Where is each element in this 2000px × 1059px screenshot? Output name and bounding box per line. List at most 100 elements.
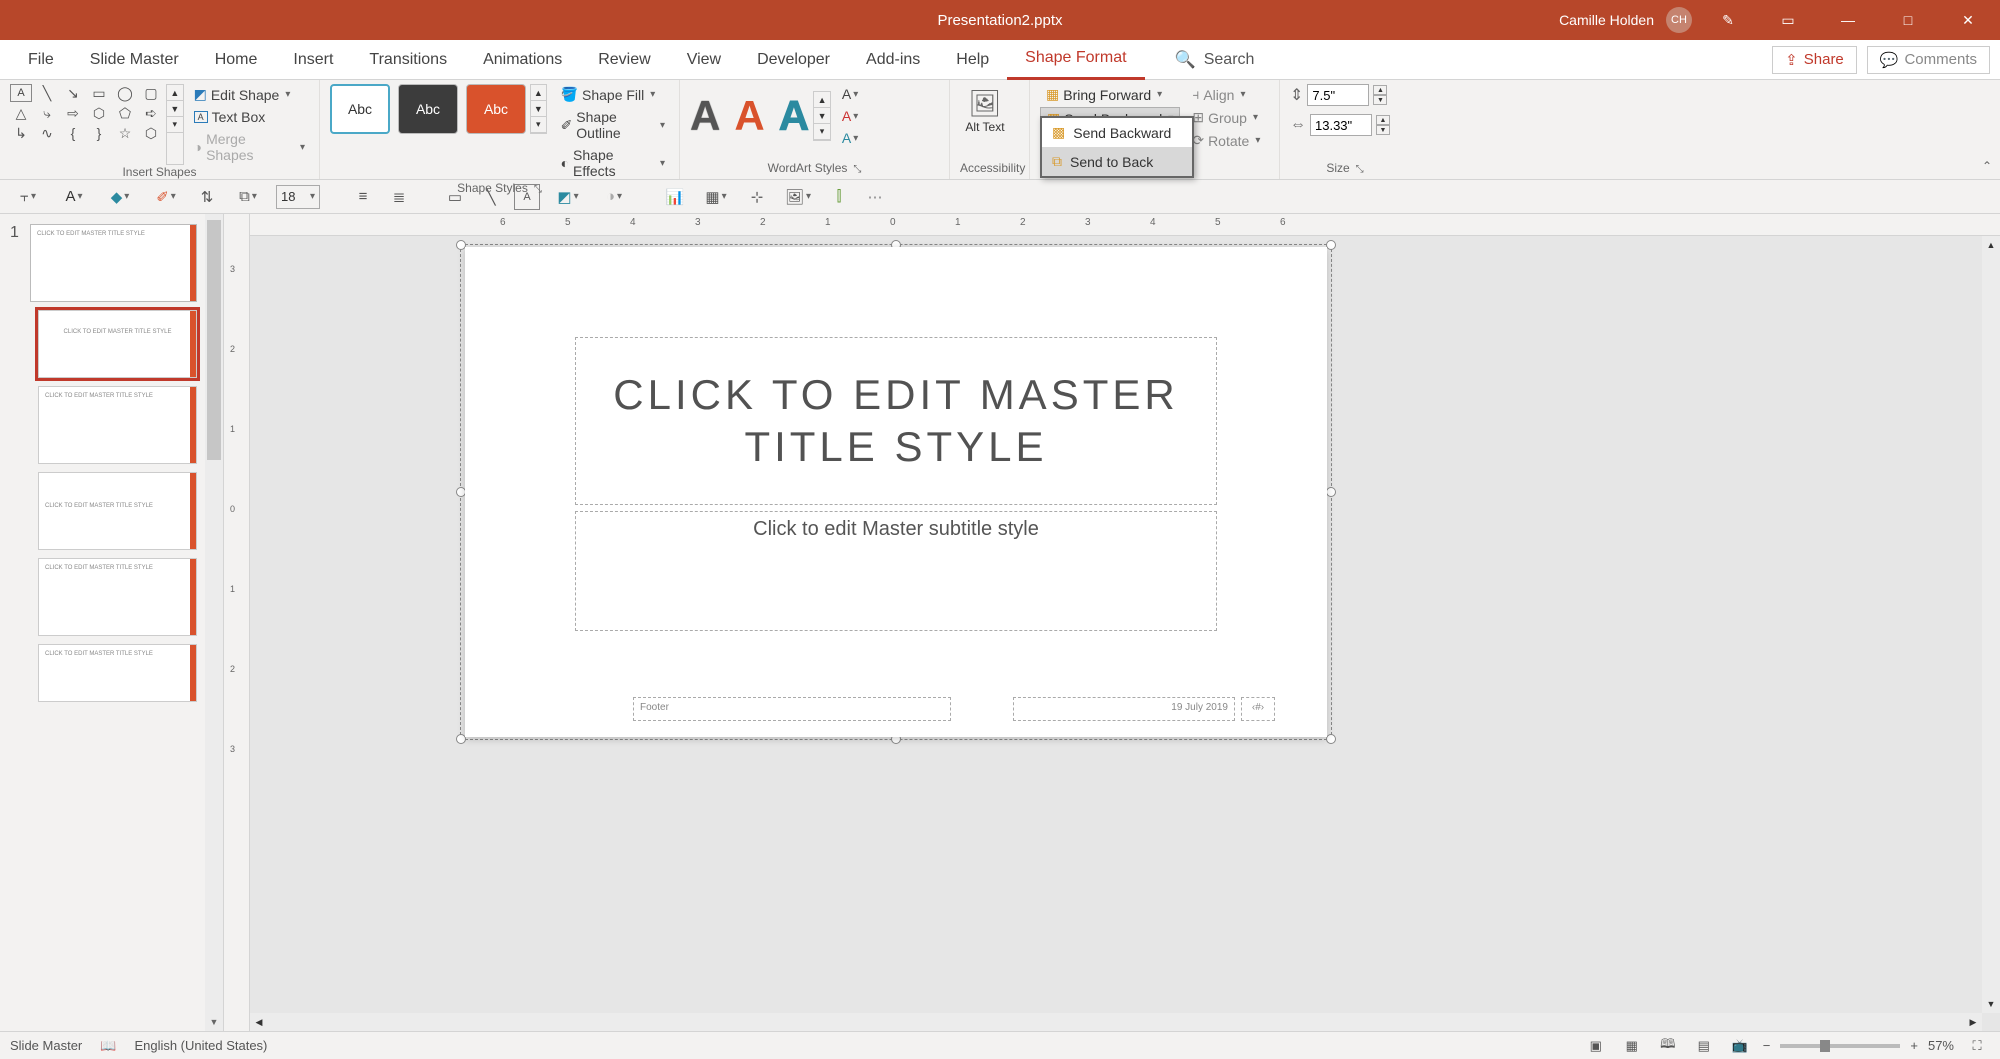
thumbnail-layout-3[interactable]: CLICK TO EDIT MASTER TITLE STYLE xyxy=(38,472,197,550)
thumbnail-scrollbar[interactable]: ▲ ▼ xyxy=(205,214,223,1031)
subtitle-text[interactable]: Click to edit Master subtitle style xyxy=(753,518,1039,540)
arrange-quick-button[interactable]: ⧉▾ xyxy=(230,184,266,210)
shape-fill-button[interactable]: 🪣Shape Fill▾ xyxy=(557,84,669,105)
sort-button[interactable]: ⇅ xyxy=(194,184,220,210)
style-swatch-1[interactable]: Abc xyxy=(330,84,390,134)
spin-up-icon[interactable]: ▲ xyxy=(531,85,546,101)
tab-insert[interactable]: Insert xyxy=(275,40,351,80)
spin-up-icon[interactable]: ▲ xyxy=(1376,115,1390,125)
scroll-down-icon[interactable]: ▼ xyxy=(205,1013,223,1031)
scroll-left-icon[interactable]: ◀ xyxy=(250,1013,268,1031)
text-fill-button[interactable]: A▾ xyxy=(839,84,861,104)
resize-handle-e[interactable] xyxy=(1326,487,1336,497)
thumbnail-layout-2[interactable]: CLICK TO EDIT MASTER TITLE STYLE xyxy=(38,386,197,464)
slide[interactable]: CLICK TO EDIT MASTER TITLE STYLE Click t… xyxy=(465,247,1327,737)
scrollbar-thumb[interactable] xyxy=(207,220,221,460)
tab-review[interactable]: Review xyxy=(580,40,668,80)
align-button[interactable]: ⫞Align▾ xyxy=(1186,84,1266,105)
search-label[interactable]: Search xyxy=(1204,51,1255,69)
freeform-icon[interactable]: ∿ xyxy=(36,124,58,142)
arrow-right-icon[interactable]: ➪ xyxy=(140,104,162,122)
user-avatar[interactable]: CH xyxy=(1666,7,1692,33)
dropdown-send-backward[interactable]: ▩Send Backward xyxy=(1042,118,1192,147)
spin-down-icon[interactable]: ▼ xyxy=(1376,125,1390,135)
spin-down-icon[interactable]: ▼ xyxy=(1373,95,1387,105)
tab-addins[interactable]: Add-ins xyxy=(848,40,938,80)
resize-handle-se[interactable] xyxy=(1326,734,1336,744)
edit-shape-button[interactable]: ◩Edit Shape▾ xyxy=(190,84,309,105)
thumbnail-master[interactable]: CLICK TO EDIT MASTER TITLE STYLE xyxy=(30,224,197,302)
tab-file[interactable]: File xyxy=(10,40,72,80)
pen-icon[interactable]: ✎ xyxy=(1704,0,1752,40)
picture-button[interactable]: 🖼▾ xyxy=(780,184,816,210)
spin-more-icon[interactable]: ▾ xyxy=(531,117,546,133)
text-box-button[interactable]: AText Box xyxy=(190,107,309,127)
spin-down-icon[interactable]: ▼ xyxy=(167,101,183,117)
style-swatch-2[interactable]: Abc xyxy=(398,84,458,134)
callout-shape-icon[interactable]: ⬡ xyxy=(140,124,162,142)
width-input[interactable] xyxy=(1310,114,1372,136)
dialog-launcher-icon[interactable]: ⤡ xyxy=(534,184,542,195)
slideshow-view-button[interactable]: ▤ xyxy=(1691,1035,1717,1057)
spin-down-icon[interactable]: ▼ xyxy=(531,101,546,117)
collapse-ribbon-icon[interactable]: ⌃ xyxy=(1982,159,1992,173)
height-input[interactable] xyxy=(1307,84,1369,106)
tab-animations[interactable]: Animations xyxy=(465,40,580,80)
zoom-level[interactable]: 57% xyxy=(1928,1038,1954,1053)
shapes-gallery[interactable]: A ╲ ↘ ▭ ◯ ▢ △ ⤷ ⇨ ⬡ ⬠ ➪ ↳ ∿ xyxy=(10,84,162,165)
style-gallery-spinner[interactable]: ▲ ▼ ▾ xyxy=(530,84,547,134)
arrow-shape-icon[interactable]: ⇨ xyxy=(62,104,84,122)
shape-style-gallery[interactable]: Abc Abc Abc xyxy=(330,84,526,134)
wordart-swatch-1[interactable]: A xyxy=(690,92,720,140)
style-swatch-3[interactable]: Abc xyxy=(466,84,526,134)
zoom-slider[interactable] xyxy=(1780,1044,1900,1048)
shape-fill-quick-button[interactable]: ◆▾ xyxy=(102,184,138,210)
dialog-launcher-icon[interactable]: ⤡ xyxy=(853,164,861,175)
spin-up-icon[interactable]: ▲ xyxy=(1373,85,1387,95)
font-size-selector[interactable]: 18▾ xyxy=(276,185,320,209)
triangle-shape-icon[interactable]: △ xyxy=(10,104,32,122)
scroll-up-icon[interactable]: ▲ xyxy=(1982,236,2000,254)
slide-number-text[interactable]: ‹#› xyxy=(1252,702,1264,713)
thumbnail-layout-5[interactable]: CLICK TO EDIT MASTER TITLE STYLE xyxy=(38,644,197,702)
comments-button[interactable]: 💬 Comments xyxy=(1867,46,1990,74)
connector-icon[interactable]: ↳ xyxy=(10,124,32,142)
tab-transitions[interactable]: Transitions xyxy=(351,40,465,80)
tab-home[interactable]: Home xyxy=(197,40,276,80)
date-placeholder[interactable]: 19 July 2019 xyxy=(1013,697,1235,721)
star-shape-icon[interactable]: ☆ xyxy=(114,124,136,142)
share-button[interactable]: ⇪ Share xyxy=(1772,46,1857,74)
footer-text[interactable]: Footer xyxy=(640,702,669,713)
tab-view[interactable]: View xyxy=(669,40,739,80)
wordart-swatch-3[interactable]: A xyxy=(779,92,809,140)
close-button[interactable]: ✕ xyxy=(1944,0,1992,40)
tab-help[interactable]: Help xyxy=(938,40,1007,80)
oval-shape-icon[interactable]: ◯ xyxy=(114,84,136,102)
spin-more-icon[interactable]: ▾ xyxy=(814,124,830,140)
more-commands-button[interactable]: ⋯ xyxy=(862,184,888,210)
slide-number-placeholder[interactable]: ‹#› xyxy=(1241,697,1275,721)
rounded-rect-icon[interactable]: ▢ xyxy=(140,84,162,102)
curve-shape-icon[interactable]: ⤷ xyxy=(36,104,58,122)
rotate-button[interactable]: ⟳Rotate▾ xyxy=(1186,130,1266,151)
thumbnail-layout-1[interactable]: CLICK TO EDIT MASTER TITLE STYLE xyxy=(38,310,197,378)
date-text[interactable]: 19 July 2019 xyxy=(1171,702,1228,713)
presenter-view-button[interactable]: 📺 xyxy=(1727,1035,1753,1057)
wordart-swatch-2[interactable]: A xyxy=(734,92,764,140)
textbox-shape-icon[interactable]: A xyxy=(10,84,32,102)
guides-button[interactable]: ⫿ xyxy=(826,184,852,210)
normal-view-button[interactable]: ▣ xyxy=(1583,1035,1609,1057)
tab-slide-master[interactable]: Slide Master xyxy=(72,40,197,80)
brace-right-icon[interactable]: } xyxy=(88,124,110,142)
shapes-gallery-spinner[interactable]: ▲ ▼ ▾ xyxy=(166,84,184,165)
footer-placeholder[interactable]: Footer xyxy=(633,697,951,721)
table-button[interactable]: ▦▾ xyxy=(698,184,734,210)
text-outline-button[interactable]: A▾ xyxy=(839,106,861,126)
fit-to-window-button[interactable]: ⛶ xyxy=(1964,1035,1990,1057)
spin-more-icon[interactable]: ▾ xyxy=(167,117,183,133)
alt-text-button[interactable]: 🖼 Alt Text xyxy=(960,84,1010,138)
spin-down-icon[interactable]: ▼ xyxy=(814,108,830,124)
canvas-horizontal-scrollbar[interactable]: ◀ ▶ xyxy=(250,1013,1982,1031)
zoom-out-button[interactable]: − xyxy=(1763,1038,1771,1053)
spellcheck-icon[interactable]: 📖 xyxy=(100,1038,116,1054)
